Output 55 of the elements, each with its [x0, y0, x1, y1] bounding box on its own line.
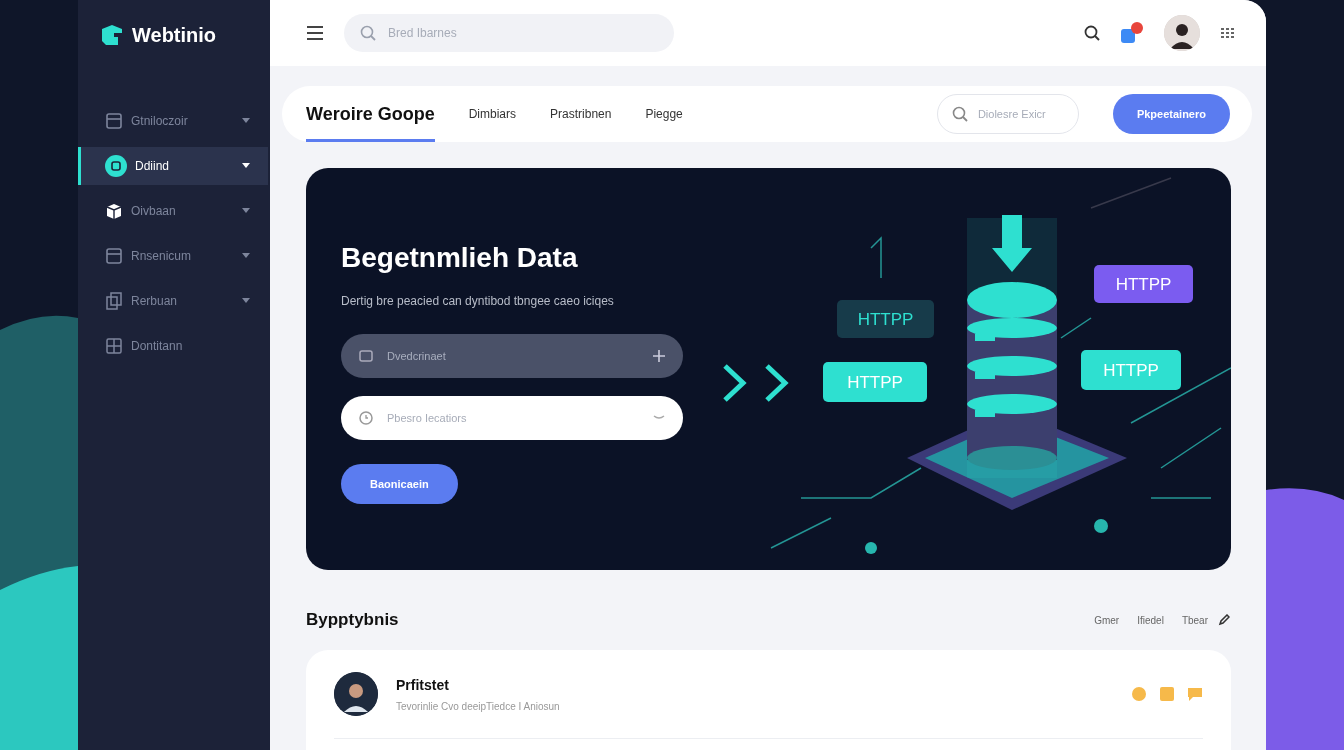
logo-icon	[100, 23, 124, 47]
sidebar-item[interactable]: Ddiind	[78, 147, 268, 185]
sidebar-item[interactable]: Rerbuan	[78, 282, 268, 320]
search-input[interactable]: Diolesre Exicr	[975, 107, 1064, 121]
plus-icon[interactable]	[653, 350, 665, 362]
search-icon	[951, 106, 968, 122]
http-tag: HTTPP	[823, 362, 927, 402]
filter-link[interactable]: Ifiedel	[1137, 614, 1164, 626]
window-icon	[105, 247, 123, 265]
text-input[interactable]: Dvedcrinaet	[385, 349, 641, 363]
search-icon[interactable]	[1084, 25, 1100, 41]
box-icon	[105, 202, 123, 220]
search-input[interactable]: Bred Ibarnes	[386, 25, 658, 41]
section-title: Bypptybnis	[306, 610, 400, 630]
filter-link[interactable]: Tbear	[1181, 614, 1208, 626]
app-logo-text: Webtinio	[132, 23, 217, 47]
search-icon	[360, 25, 376, 41]
clock-icon	[359, 411, 373, 425]
hero-subtitle: Dertig bre peacied can dyntibod tbngee caeo iciqes	[341, 294, 615, 308]
person-name: Prfitstet	[396, 676, 450, 693]
avatar-icon[interactable]	[1164, 15, 1200, 51]
http-tag: HTTPP	[837, 300, 934, 338]
dropdown-field[interactable]: Pbesro Iecatiors	[341, 396, 683, 440]
http-tag: HTTPP	[1081, 350, 1181, 390]
chevron-down-icon	[653, 415, 665, 421]
input-field[interactable]: Dvedcrinaet	[341, 334, 683, 378]
circle-icon	[105, 155, 127, 177]
menu-icon[interactable]	[306, 26, 324, 40]
grid-icon	[105, 337, 123, 355]
primary-button[interactable]: Baonicaein	[341, 464, 458, 504]
tab[interactable]: Piegge	[645, 86, 683, 142]
pages-icon	[105, 292, 123, 310]
image-icon	[359, 350, 373, 362]
sidebar-item[interactable]: Dontitann	[78, 327, 268, 365]
hero-title: Begetnmlieh Data	[341, 242, 579, 274]
database-icon	[967, 282, 1057, 470]
chevrons-icon	[723, 364, 789, 402]
pencil-icon[interactable]	[1218, 614, 1230, 626]
sidebar-item[interactable]: Rnsenicum	[78, 237, 268, 275]
primary-button[interactable]: Pkpeetainero	[1112, 94, 1230, 134]
tab[interactable]: Weroire Goope	[306, 86, 435, 142]
download-arrow-icon	[992, 215, 1032, 272]
search-field[interactable]: Bred Ibarnes	[344, 14, 674, 52]
tab[interactable]: Prastribnen	[550, 86, 612, 142]
sidebar-item[interactable]: Gtniloczoir	[78, 102, 268, 140]
tab[interactable]: Dimbiars	[468, 86, 517, 142]
apps-icon[interactable]	[1220, 27, 1236, 39]
http-tag: HTTPP	[1094, 265, 1193, 303]
notification-icon[interactable]	[1120, 22, 1144, 44]
select-input[interactable]: Pbesro Iecatiors	[385, 411, 641, 425]
avatar-icon	[334, 672, 378, 716]
filter-link[interactable]: Gmer	[1094, 614, 1120, 626]
sidebar-item[interactable]: Oivbaan	[78, 192, 268, 230]
person-detail: Tevorinlie Cvo deeipTiedce I Aniosun	[396, 700, 560, 712]
window-icon	[105, 112, 123, 130]
